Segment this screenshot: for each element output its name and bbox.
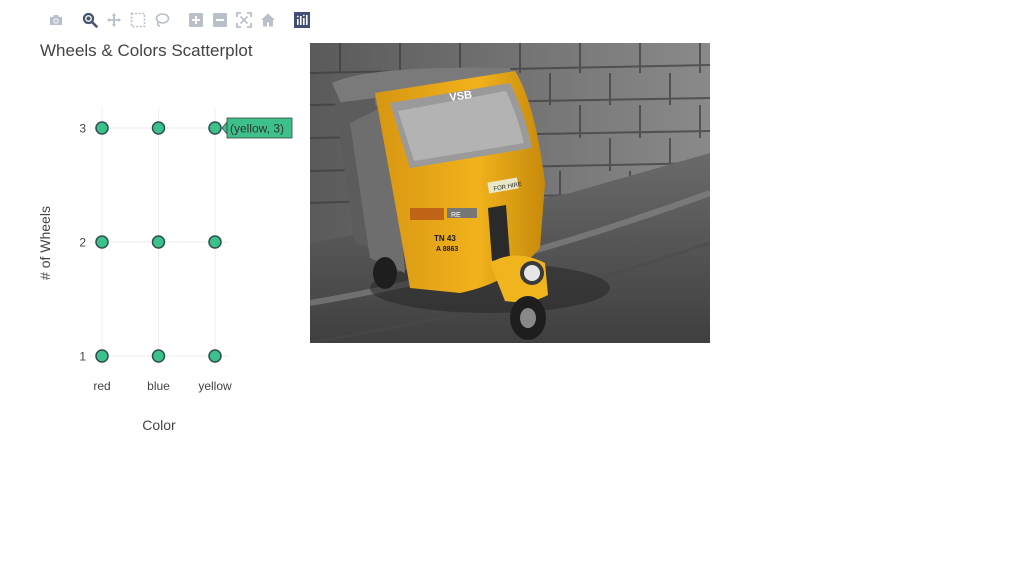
scatter-point[interactable] [151, 235, 166, 249]
scatter-point[interactable] [208, 349, 222, 363]
modebar-group-logo [290, 10, 314, 30]
x-axis-title: Color [142, 417, 176, 433]
x-tick-label: yellow [198, 379, 232, 393]
modebar-group-zoom [184, 10, 280, 30]
scatter-point[interactable] [151, 121, 166, 135]
scatter-point[interactable] [208, 121, 222, 135]
scatter-point[interactable] [208, 235, 222, 249]
scatter-point[interactable] [151, 349, 166, 363]
modebar-group-export [44, 10, 68, 30]
hover-pointer [221, 120, 228, 136]
scatter-point[interactable] [95, 235, 109, 249]
lasso-select-icon[interactable] [150, 10, 174, 30]
y-axis-title: # of Wheels [37, 206, 53, 280]
modebar [44, 10, 324, 30]
x-tick-label: red [93, 379, 110, 393]
y-tick-label: 1 [79, 350, 86, 364]
hover-layer: (yellow, 3) [221, 117, 293, 139]
camera-icon[interactable] [44, 10, 68, 30]
scatter-point[interactable] [95, 349, 109, 363]
plate-line-1: TN 43 [434, 234, 456, 243]
zoom-icon[interactable] [78, 10, 102, 30]
scatter-point[interactable] [95, 121, 109, 135]
zoom-in-icon[interactable] [184, 10, 208, 30]
zoom-out-icon[interactable] [208, 10, 232, 30]
modebar-group-drag [78, 10, 174, 30]
body-badge: RE [451, 212, 461, 219]
autoscale-icon[interactable] [232, 10, 256, 30]
auto-rickshaw-photo: VSB FOR HIRE RE TN 43 A 8863 [310, 43, 710, 343]
hover-label: (yellow, 3) [230, 122, 284, 136]
pan-icon[interactable] [102, 10, 126, 30]
box-select-icon[interactable] [126, 10, 150, 30]
scatter-plot[interactable]: 1 2 3 red blue yellow (yellow, 3) Color # of … [0, 60, 300, 460]
y-tick-label: 3 [79, 122, 86, 136]
reset-axes-icon[interactable] [256, 10, 280, 30]
x-tick-label: blue [147, 379, 170, 393]
chart-title: Wheels & Colors Scatterplot [40, 41, 253, 60]
plotly-logo-icon[interactable] [290, 10, 314, 30]
plate-line-2: A 8863 [436, 246, 458, 253]
y-tick-label: 2 [79, 236, 86, 250]
